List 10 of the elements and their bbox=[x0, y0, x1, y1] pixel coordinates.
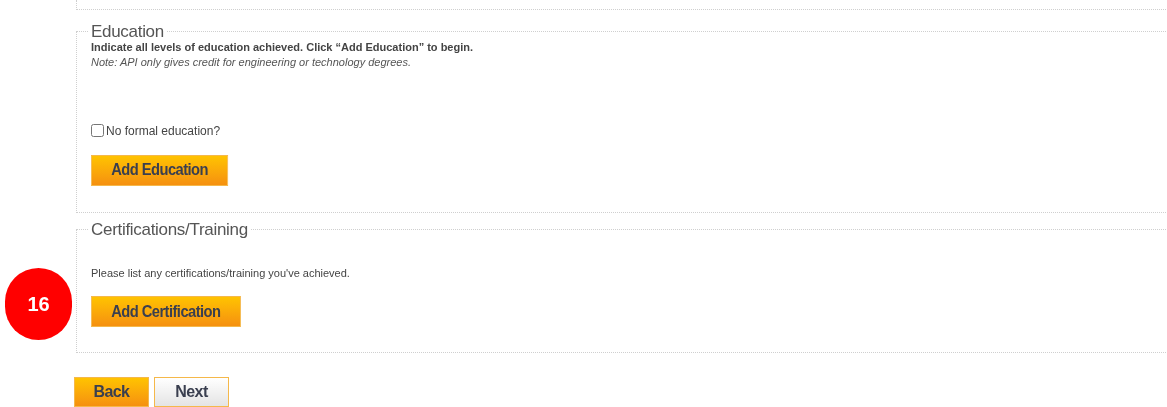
checkbox[interactable] bbox=[91, 124, 104, 137]
back-button[interactable]: Back bbox=[74, 377, 149, 407]
add-button[interactable]: Add Certification bbox=[91, 296, 241, 327]
section-title: Certifications/Training bbox=[90, 218, 249, 241]
step-badge: 16 bbox=[5, 268, 72, 340]
note-text: Note: API only gives credit for engineering or technology degrees. bbox=[91, 54, 412, 69]
add-button[interactable]: Add Education bbox=[91, 154, 229, 186]
checkbox-label: No formal education? bbox=[106, 122, 221, 140]
instruction-text: Please list any certifications/training you've achieved. bbox=[91, 266, 351, 281]
next-button[interactable]: Next bbox=[154, 377, 229, 407]
